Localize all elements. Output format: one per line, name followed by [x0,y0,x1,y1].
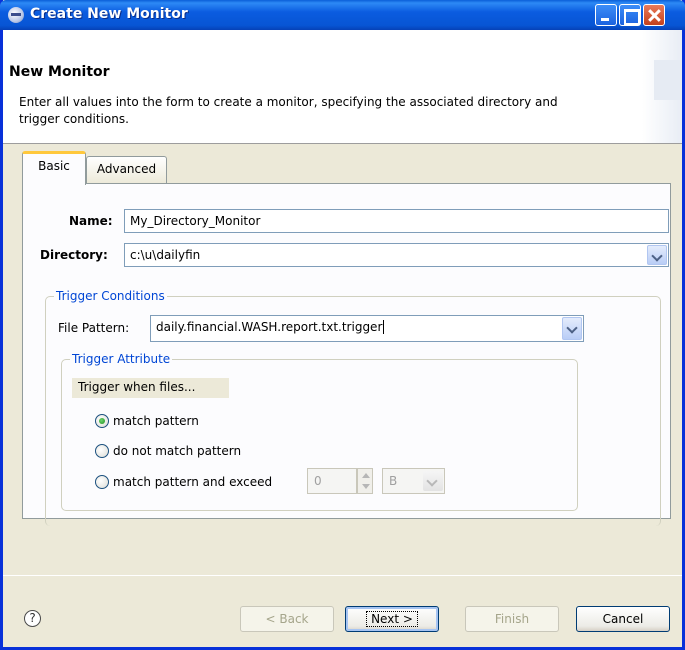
maximize-button[interactable] [619,4,641,26]
help-icon[interactable]: ? [24,610,41,627]
spinner-arrows-icon[interactable] [357,468,373,494]
chevron-down-icon[interactable] [647,245,667,265]
radio-label: do not match pattern [113,444,242,458]
directory-label: Directory: [40,248,108,262]
cancel-button[interactable]: Cancel [576,606,670,632]
radio-label: match pattern [113,414,199,428]
size-unit-value: B [389,474,398,488]
close-button[interactable] [643,4,665,26]
radio-label: match pattern and exceed [113,475,273,489]
finish-button[interactable]: Finish [465,606,559,632]
trigger-attribute-group: Trigger Attribute Trigger when files... … [61,352,578,511]
file-pattern-combo[interactable]: daily.financial.WASH.report.txt.trigger [150,315,584,342]
wizard-header: New Monitor Enter all values into the fo… [3,30,682,144]
tab-basic[interactable]: Basic [22,151,86,185]
page-title: New Monitor [9,64,110,80]
header-banner-graphic [642,30,682,143]
window-title: Create New Monitor [30,6,188,22]
name-field[interactable]: My_Directory_Monitor [124,209,669,233]
chevron-down-icon[interactable] [423,471,443,491]
radio-unchecked-icon[interactable] [95,475,109,489]
radio-unchecked-icon[interactable] [95,444,109,458]
size-unit-combo[interactable]: B [382,468,445,494]
name-label: Name: [69,214,113,228]
next-button-label: Next > [366,611,418,627]
size-spinner-field[interactable]: 0 [307,468,357,494]
chevron-down-icon[interactable] [562,317,582,340]
page-description: Enter all values into the form to create… [19,95,558,126]
text-cursor [383,320,385,334]
trigger-attribute-title: Trigger Attribute [70,352,173,366]
back-button-label: < Back [265,612,309,626]
footer-separator [3,575,682,576]
trigger-conditions-title: Trigger Conditions [54,289,167,303]
trigger-when-heading: Trigger when files... [72,378,229,398]
eclipse-icon [8,7,24,23]
cancel-button-label: Cancel [602,612,644,626]
directory-value: c:\u\dailyfin [130,248,201,262]
basic-tab-panel: Name: My_Directory_Monitor Directory: c:… [22,183,671,526]
file-pattern-label: File Pattern: [58,321,130,335]
directory-combo[interactable]: c:\u\dailyfin [124,243,669,267]
minimize-button[interactable] [595,4,617,26]
radio-checked-icon[interactable] [95,414,109,428]
back-button[interactable]: < Back [240,606,334,632]
finish-button-label: Finish [494,612,530,626]
wizard-window: Create New Monitor New Monitor Enter all… [0,0,685,650]
tab-advanced[interactable]: Advanced [86,156,167,184]
file-pattern-value: daily.financial.WASH.report.txt.trigger [156,320,383,334]
next-button[interactable]: Next > [345,606,439,632]
title-bar[interactable]: Create New Monitor [0,0,685,30]
trigger-conditions-group: Trigger Conditions File Pattern: daily.f… [45,289,661,526]
